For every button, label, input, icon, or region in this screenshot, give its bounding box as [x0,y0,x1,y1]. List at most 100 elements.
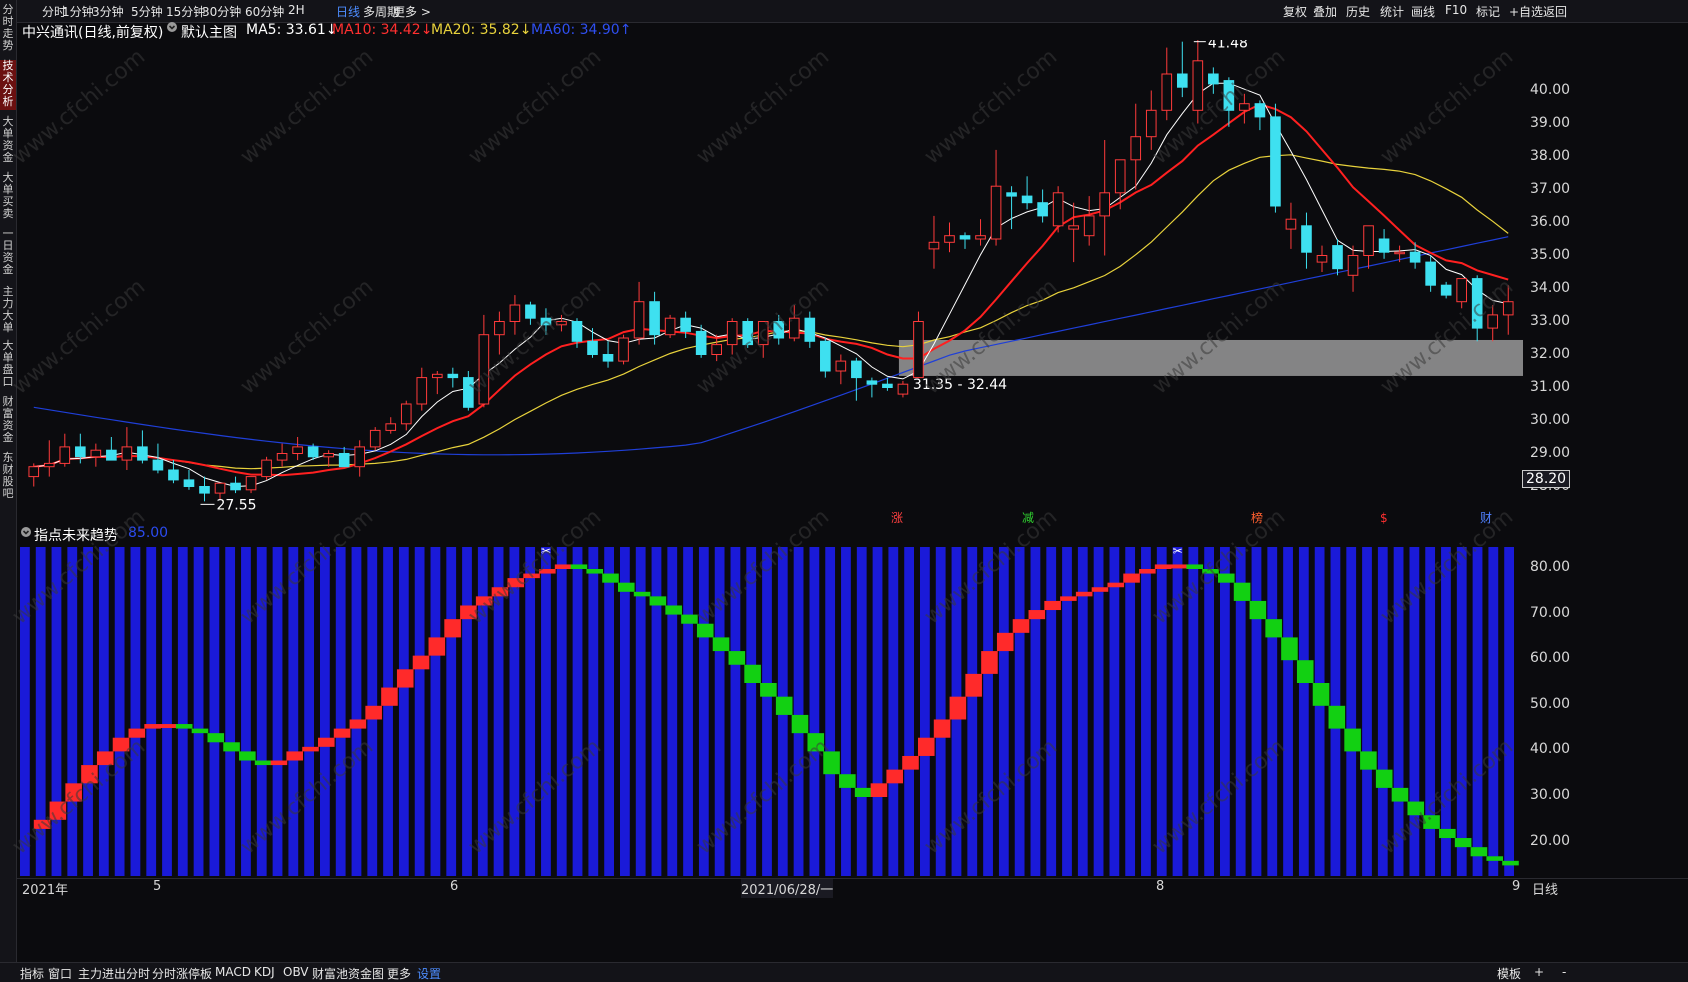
rail-item-7[interactable]: 财富资金 [0,396,16,446]
indicator-step [902,755,919,770]
bottom-tab-7[interactable]: 财富池资金图 [312,965,384,982]
price-tick: 30.00 [1530,411,1571,428]
indicator-step [1439,828,1456,839]
bottom-right-0[interactable]: 模板 [1497,965,1521,982]
indicator-step [207,733,225,743]
indicator-bar [1504,547,1514,876]
toolbar-6[interactable]: 标记 [1476,3,1500,20]
indicator-bar [667,547,678,876]
toolbar-4[interactable]: 画线 [1411,3,1435,20]
period-tab-2[interactable]: 3分钟 [92,3,124,20]
rail-item-8[interactable]: 东财股吧 [0,452,16,502]
toolbar-0[interactable]: 复权 [1283,3,1307,20]
candle [416,377,428,405]
indicator-chart[interactable]: ✂ ✂ [16,545,1526,878]
indicator-bar [967,547,978,876]
price-tick: 38.00 [1530,147,1571,164]
bottom-tab-8[interactable]: 更多 [387,965,411,982]
candle [913,321,924,379]
indicator-bar [288,547,299,876]
candle [773,321,785,339]
settings-icon[interactable] [166,21,178,37]
toolbar-1[interactable]: 叠加 [1313,3,1337,20]
period-tab-7[interactable]: 2H [288,3,305,17]
period-tab-10[interactable]: 更多 > [393,3,431,20]
period-tab-1[interactable]: 1分钟 [62,3,94,20]
rail-item-1[interactable]: 技术分析 [0,60,16,110]
indicator-value: 85.00 [128,525,169,541]
event-marker-0: 涨 [891,510,903,525]
event-marker-3: $ [1380,511,1388,525]
indicator-settings-icon[interactable] [20,526,32,542]
candle [354,446,366,468]
rail-item-0[interactable]: 分时走势 [0,4,16,54]
bottom-right-1[interactable]: + [1534,965,1544,979]
indicator-bar [304,547,314,876]
indicator-step [933,719,951,738]
indicator-step [1186,564,1203,569]
candle [168,469,179,481]
date-label-4: 8 [1156,879,1165,894]
bottom-tab-9[interactable]: 设置 [417,965,441,982]
price-axis: 40.00 39.00 38.00 37.00 36.00 35.00 34.00 33.00… [1522,22,1688,526]
indicator-step [744,664,761,683]
price-tick: 35.00 [1530,246,1571,263]
toolbar-5[interactable]: F10 [1445,3,1467,17]
indicator-bar [430,547,441,876]
period-tab-3[interactable]: 5分钟 [131,3,163,20]
period-tab-5[interactable]: 30分钟 [202,3,241,20]
toolbar-3[interactable]: 统计 [1380,3,1404,20]
indicator-bar [698,547,709,876]
indicator-step [870,783,888,797]
candle [276,453,288,461]
period-tab-4[interactable]: 15分钟 [166,3,205,20]
indicator-step [839,774,856,788]
indicator-step [1328,705,1346,729]
rail-item-4[interactable]: 一日资金 [0,228,16,278]
indicator-step [81,765,98,784]
indicator-step [49,801,67,820]
indicator-step [807,733,825,752]
indicator-step [223,742,240,752]
indicator-step [1344,728,1361,752]
candle [618,337,629,362]
template-label[interactable]: 默认主图 [181,22,237,42]
indicator-bar [351,547,362,876]
bottom-tab-3[interactable]: 分时涨停板 [152,965,212,982]
indicator-bar [146,547,157,876]
period-tab-8[interactable]: 日线 [336,3,360,20]
indicator-bar [335,547,346,876]
price-tick: 40.00 [1530,81,1571,98]
bottom-tab-2[interactable]: 主力进出分时 [78,965,150,982]
left-side-rail: 分时走势技术分析大单资金大单买卖一日资金主力大单大单盘口财富资金东财股吧 [0,0,17,981]
rail-item-6[interactable]: 大单盘口 [0,340,16,390]
rail-item-5[interactable]: 主力大单 [0,286,16,336]
indicator-step [254,760,272,766]
bottom-tab-0[interactable]: 指标 [20,965,44,982]
indicator-bar [793,547,804,876]
period-tab-6[interactable]: 60分钟 [245,3,284,20]
indicator-step [1391,787,1409,802]
rail-item-2[interactable]: 大单资金 [0,116,16,166]
rail-item-3[interactable]: 大单买卖 [0,172,16,222]
indicator-step [96,751,114,766]
indicator-step [33,819,51,829]
candle [571,321,583,342]
bottom-tab-1[interactable]: 窗口 [48,965,72,982]
indicator-step [1454,838,1472,848]
indicator-step [428,637,446,656]
toolbar-8[interactable]: 返回 [1543,3,1567,20]
bottom-tab-4[interactable]: MACD [215,965,251,979]
candle [1223,80,1235,111]
bottom-right-2[interactable]: - [1562,965,1566,979]
bottom-tab-5[interactable]: KDJ [254,965,275,979]
toolbar-7[interactable]: +自选 [1509,3,1543,20]
indicator-name[interactable]: 指点未来趋势 [34,525,118,545]
bottom-tab-6[interactable]: OBV [283,965,309,979]
candlestick-chart[interactable]: 41.48 27.55 31.35 - 32.44 涨 减 榜 $ 财 [16,40,1526,526]
indicator-step [318,737,335,747]
toolbar-2[interactable]: 历史 [1346,3,1370,20]
indicator-step [1281,637,1298,661]
candle [292,446,303,454]
indicator-bar [983,547,993,876]
